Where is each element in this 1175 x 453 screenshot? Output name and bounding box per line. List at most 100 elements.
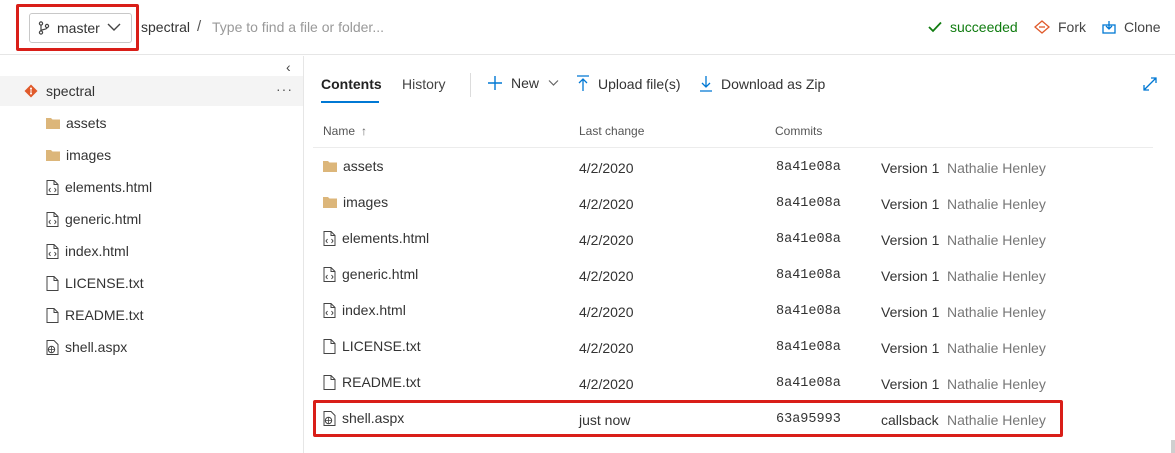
collapse-tree-button[interactable]: ‹ — [286, 59, 291, 75]
row-name[interactable]: assets — [343, 158, 383, 174]
row-commit-message: Version 1 — [881, 160, 940, 176]
download-icon — [699, 75, 713, 92]
repo-icon — [24, 84, 38, 98]
row-commit-id[interactable]: 8a41e08a — [776, 232, 841, 247]
row-commit-message: Version 1 — [881, 304, 940, 320]
column-header-last-change[interactable]: Last change — [579, 124, 644, 138]
file-icon — [323, 338, 336, 354]
row-commit-id[interactable]: 8a41e08a — [776, 340, 841, 355]
upload-icon — [576, 75, 590, 92]
breadcrumb-separator: / — [197, 18, 202, 35]
row-commit-id[interactable]: 8a41e08a — [776, 304, 841, 319]
row-commit-message: Version 1 — [881, 232, 940, 248]
row-commit-id[interactable]: 8a41e08a — [776, 376, 841, 391]
download-label: Download as Zip — [721, 75, 826, 92]
breadcrumb-repo[interactable]: spectral — [141, 19, 190, 35]
row-commit-message: Version 1 — [881, 340, 940, 356]
row-name[interactable]: index.html — [342, 302, 406, 318]
row-author: Nathalie Henley — [947, 232, 1046, 248]
web-file-icon — [323, 410, 336, 426]
tree-item[interactable]: elements.html — [0, 172, 303, 202]
table-row[interactable]: assets 4/2/2020 8a41e08a Version 1 Natha… — [313, 149, 1153, 185]
active-tab-indicator — [321, 101, 379, 103]
row-last-change: just now — [579, 412, 631, 428]
tree-root-repo[interactable]: spectral ··· — [0, 76, 303, 106]
top-bar: master spectral / succeeded Fork Clone — [0, 0, 1175, 55]
row-name[interactable]: images — [343, 194, 388, 210]
clone-icon — [1102, 20, 1116, 34]
more-options-icon[interactable]: ··· — [276, 81, 293, 97]
file-tree: ‹ spectral ··· assets images elements.ht… — [0, 56, 303, 453]
row-author: Nathalie Henley — [947, 268, 1046, 284]
tree-item[interactable]: images — [0, 140, 303, 170]
code-file-icon — [323, 230, 336, 246]
sort-ascending-icon: ↑ — [361, 124, 368, 138]
new-label: New — [511, 75, 540, 91]
row-last-change: 4/2/2020 — [579, 268, 634, 284]
plus-icon — [487, 75, 503, 91]
tree-item[interactable]: generic.html — [0, 204, 303, 234]
row-commit-message: Version 1 — [881, 376, 940, 392]
row-name[interactable]: README.txt — [342, 374, 421, 390]
table-row[interactable]: elements.html 4/2/2020 8a41e08a Version … — [313, 221, 1153, 257]
table-row[interactable]: index.html 4/2/2020 8a41e08a Version 1 N… — [313, 293, 1153, 329]
upload-files-button[interactable]: Upload file(s) — [576, 75, 680, 92]
folder-icon — [46, 149, 60, 161]
file-icon — [46, 307, 59, 323]
pipeline-status[interactable]: succeeded — [928, 19, 1018, 35]
row-commit-id[interactable]: 63a95993 — [776, 412, 841, 427]
checkmark-icon — [928, 21, 942, 33]
column-header-name[interactable]: Name ↑ — [323, 124, 367, 138]
tree-item[interactable]: shell.aspx — [0, 332, 303, 362]
path-search-input[interactable] — [212, 14, 532, 40]
tree-item[interactable]: LICENSE.txt — [0, 268, 303, 298]
table-row[interactable]: README.txt 4/2/2020 8a41e08a Version 1 N… — [313, 365, 1153, 401]
row-commit-id[interactable]: 8a41e08a — [776, 160, 841, 175]
clone-label: Clone — [1124, 19, 1161, 35]
tree-item-label: generic.html — [65, 211, 142, 227]
upload-label: Upload file(s) — [598, 75, 681, 92]
fork-icon — [1034, 20, 1050, 34]
tab-history[interactable]: History — [402, 76, 446, 92]
row-name[interactable]: shell.aspx — [342, 410, 404, 426]
branch-picker[interactable]: master — [29, 13, 132, 43]
row-last-change: 4/2/2020 — [579, 160, 634, 176]
row-commit-message: Version 1 — [881, 196, 940, 212]
code-file-icon — [323, 266, 336, 282]
tree-item[interactable]: assets — [0, 108, 303, 138]
tree-item-label: README.txt — [65, 307, 144, 323]
row-name[interactable]: generic.html — [342, 266, 418, 282]
code-file-icon — [46, 211, 59, 227]
row-commit-message: callsback — [881, 412, 939, 428]
table-row[interactable]: generic.html 4/2/2020 8a41e08a Version 1… — [313, 257, 1153, 293]
tab-contents[interactable]: Contents — [321, 76, 382, 92]
tree-item[interactable]: index.html — [0, 236, 303, 266]
code-file-icon — [323, 302, 336, 318]
expand-icon[interactable] — [1142, 76, 1158, 92]
table-row[interactable]: images 4/2/2020 8a41e08a Version 1 Natha… — [313, 185, 1153, 221]
fork-button[interactable]: Fork — [1034, 19, 1086, 35]
row-commit-id[interactable]: 8a41e08a — [776, 196, 841, 211]
table-row[interactable]: shell.aspx just now 63a95993 callsback N… — [313, 401, 1153, 437]
tree-divider — [303, 56, 304, 453]
column-header-commits[interactable]: Commits — [775, 124, 822, 138]
table-row[interactable]: LICENSE.txt 4/2/2020 8a41e08a Version 1 … — [313, 329, 1153, 365]
row-author: Nathalie Henley — [947, 376, 1046, 392]
row-commit-id[interactable]: 8a41e08a — [776, 268, 841, 283]
row-last-change: 4/2/2020 — [579, 376, 634, 392]
branch-name: master — [57, 20, 100, 36]
tree-item-label: assets — [66, 115, 107, 131]
row-name[interactable]: LICENSE.txt — [342, 338, 421, 354]
content-toolbar: Contents History New Upload file(s) Down… — [304, 56, 1175, 108]
toolbar-divider — [470, 73, 471, 97]
clone-button[interactable]: Clone — [1102, 19, 1161, 35]
download-zip-button[interactable]: Download as Zip — [699, 75, 825, 92]
code-file-icon — [46, 243, 59, 259]
row-name[interactable]: elements.html — [342, 230, 429, 246]
tree-item[interactable]: README.txt — [0, 300, 303, 330]
row-author: Nathalie Henley — [947, 160, 1046, 176]
tree-item-label: index.html — [65, 243, 129, 259]
new-button[interactable]: New — [487, 75, 559, 91]
file-icon — [323, 374, 336, 390]
scrollbar[interactable] — [1171, 440, 1175, 453]
